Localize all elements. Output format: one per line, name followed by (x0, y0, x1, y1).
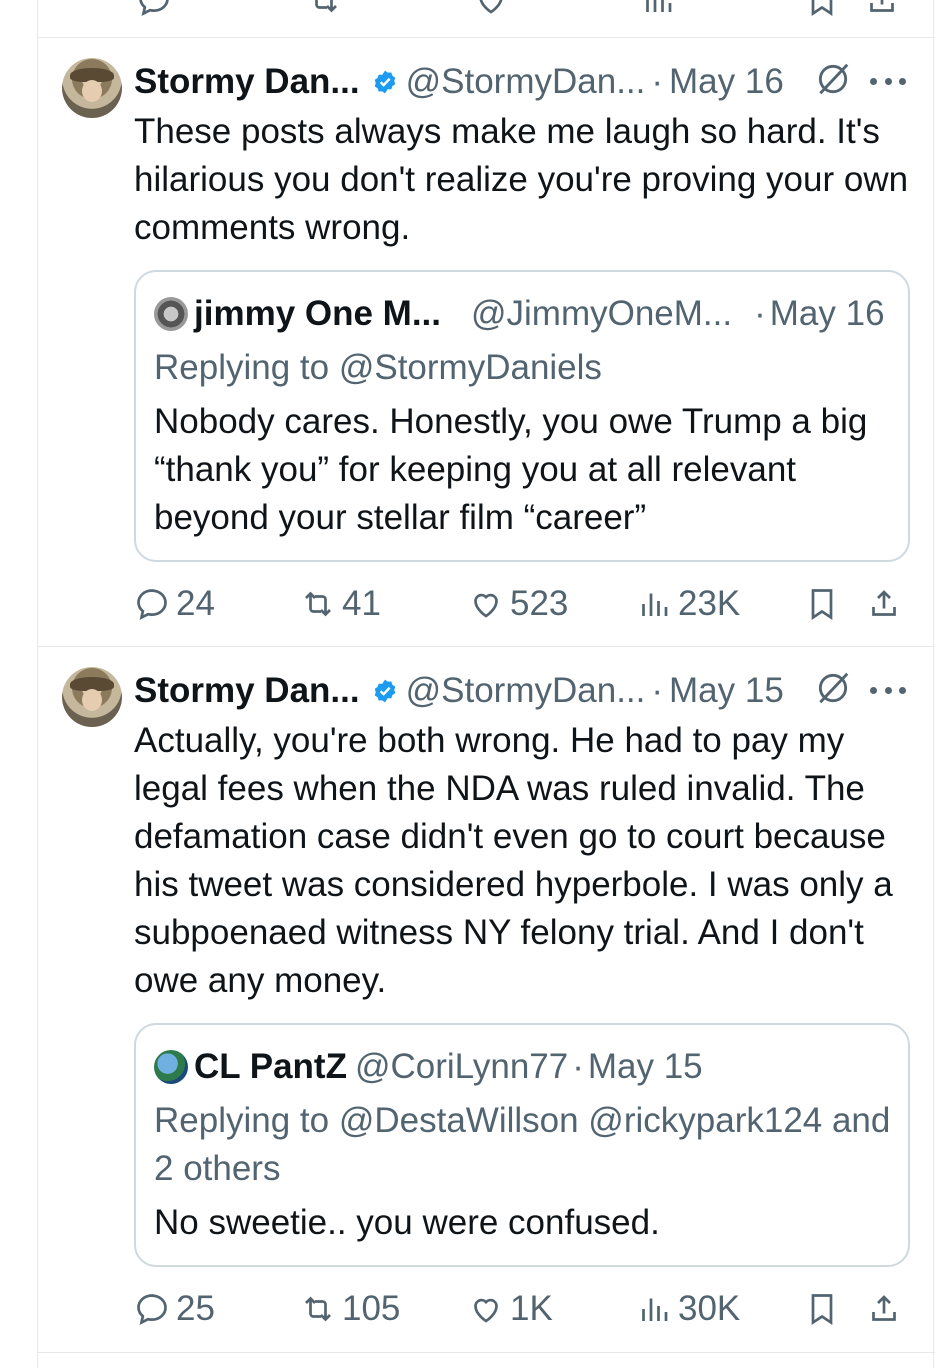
quote-author-handle: @JimmyOneM... (471, 294, 733, 333)
share-icon[interactable] (864, 0, 900, 18)
like-icon[interactable] (473, 0, 509, 18)
bookmark-icon (811, 589, 833, 621)
quote-date: May 16 (769, 294, 885, 333)
quote-header: CL PantZ @CoriLynn77 · May 15 (154, 1045, 703, 1089)
tweet[interactable]: Stormy Dan... @StormyDan... · May 15 Act… (38, 647, 935, 1353)
reply-button[interactable]: 24 (134, 582, 215, 626)
views-count: 30K (678, 1289, 741, 1328)
tweet-text: These posts always make me laugh so hard… (134, 112, 909, 247)
reply-icon (137, 1294, 167, 1325)
views-count: 23K (678, 584, 741, 623)
author-handle[interactable]: @StormyDan... (406, 671, 646, 711)
repost-icon (305, 1296, 331, 1322)
separator: · (572, 1047, 584, 1086)
tweet[interactable]: Stormy Dan... @StormyDan... · May 16 The… (38, 38, 935, 647)
views-button[interactable]: 23K (636, 582, 740, 626)
quote-author-name: jimmy One M... (194, 294, 441, 333)
more-icon[interactable] (870, 685, 906, 695)
bookmark-icon[interactable] (804, 0, 840, 18)
repost-count: 105 (342, 1289, 401, 1328)
reply-icon[interactable] (136, 0, 172, 18)
author-name[interactable]: Stormy Dan... (134, 62, 360, 102)
reply-button[interactable]: 25 (134, 1287, 215, 1331)
reply-count: 24 (176, 584, 215, 623)
quote-text: No sweetie.. you were confused. (154, 1203, 660, 1242)
bookmark-icon (811, 1294, 833, 1326)
quote-text: Nobody cares. Honestly, you owe Trump a … (154, 402, 868, 537)
views-icon (642, 1298, 668, 1321)
separator: · (754, 294, 766, 333)
like-count: 523 (510, 584, 569, 623)
author-handle[interactable]: @StormyDan... (406, 62, 646, 102)
avatar[interactable] (62, 667, 122, 727)
repost-count: 41 (342, 584, 381, 623)
tweet-header: Stormy Dan... @StormyDan... · May 16 (134, 60, 784, 104)
repost-icon[interactable] (305, 0, 343, 18)
quoted-tweet[interactable]: CL PantZ @CoriLynn77 · May 15 Replying t… (134, 1023, 910, 1267)
verified-badge-icon (374, 679, 395, 703)
like-icon (474, 593, 498, 618)
reply-count: 25 (176, 1289, 215, 1328)
verified-badge-icon (374, 70, 395, 94)
like-button[interactable]: 523 (468, 582, 568, 626)
quoted-tweet[interactable]: jimmy One M... @JimmyOneM... · May 16 Re… (134, 270, 910, 562)
repost-button[interactable]: 105 (300, 1287, 400, 1331)
like-count: 1K (510, 1289, 553, 1328)
tweet-date[interactable]: May 15 (669, 671, 784, 711)
grok-icon[interactable] (814, 60, 852, 98)
views-icon[interactable] (640, 0, 676, 18)
timeline-column: Stormy Dan... @StormyDan... · May 16 The… (37, 0, 935, 1368)
previous-tweet-actions (38, 0, 935, 38)
avatar[interactable] (62, 58, 122, 118)
views-button[interactable]: 30K (636, 1287, 740, 1331)
repost-icon (305, 591, 331, 617)
like-button[interactable]: 1K (468, 1287, 553, 1331)
separator: · (651, 62, 664, 101)
tweet-date[interactable]: May 16 (669, 62, 784, 102)
quote-date: May 15 (587, 1047, 703, 1086)
quote-author-name: CL PantZ (194, 1047, 347, 1086)
replying-to: Replying to @DestaWillson @rickypark124 … (154, 1101, 891, 1188)
share-icon (872, 1295, 896, 1321)
like-icon (474, 1298, 498, 1323)
quote-author-handle: @CoriLynn77 (354, 1047, 569, 1086)
author-name[interactable]: Stormy Dan... (134, 671, 360, 711)
more-icon[interactable] (870, 76, 906, 86)
quote-header: jimmy One M... @JimmyOneM... · May 16 (154, 292, 885, 336)
separator: · (651, 671, 664, 710)
share-button[interactable] (864, 1287, 904, 1331)
tweet-text: Actually, you're both wrong. He had to p… (134, 721, 893, 1000)
tweet-actions: 25 105 1K 30K (134, 1287, 914, 1331)
quote-avatar (154, 1050, 188, 1084)
tweet-actions: 24 41 523 23K (134, 582, 914, 626)
share-icon (872, 590, 896, 616)
replying-to: Replying to @StormyDaniels (154, 348, 602, 387)
reply-icon (137, 589, 167, 620)
views-icon (642, 593, 668, 616)
bookmark-button[interactable] (802, 582, 842, 626)
grok-icon[interactable] (814, 669, 852, 707)
tweet-header: Stormy Dan... @StormyDan... · May 15 (134, 669, 784, 713)
repost-button[interactable]: 41 (300, 582, 381, 626)
bookmark-button[interactable] (802, 1287, 842, 1331)
quote-avatar (154, 297, 188, 331)
share-button[interactable] (864, 582, 904, 626)
